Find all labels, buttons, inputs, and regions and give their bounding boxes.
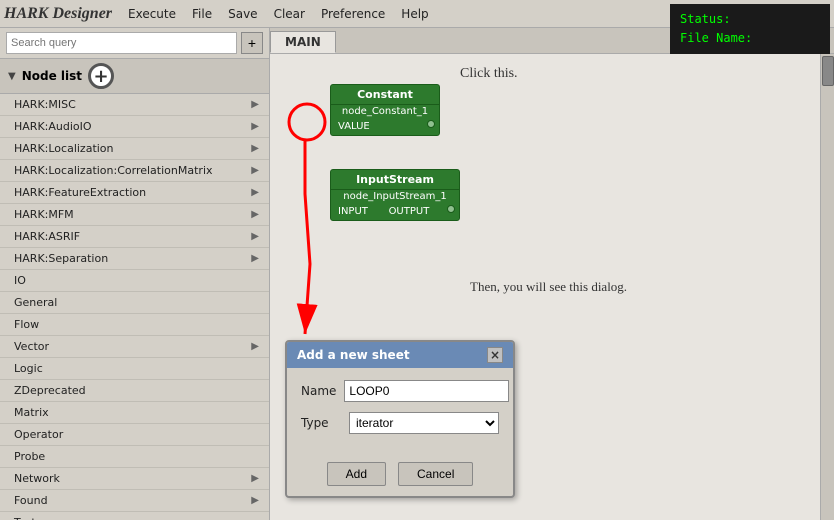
node-constant[interactable]: Constant node_Constant_1 VALUE (330, 84, 440, 136)
node-item-19[interactable]: Test (0, 512, 269, 520)
dialog-overlay: Add a new sheet × Name Type iterator sim… (285, 340, 515, 498)
node-item-0[interactable]: HARK:MISC▶ (0, 94, 269, 116)
menu-clear[interactable]: Clear (266, 4, 313, 24)
status-label: Status: (680, 10, 820, 29)
node-item-17[interactable]: Network▶ (0, 468, 269, 490)
dialog-name-input[interactable] (344, 380, 509, 402)
node-inputstream-id: node_InputStream_1 (331, 190, 459, 203)
annotation-click-this: Click this. (460, 66, 518, 82)
node-item-13[interactable]: ZDeprecated (0, 380, 269, 402)
node-item-16[interactable]: Probe (0, 446, 269, 468)
dialog-type-row: Type iterator simple (301, 412, 499, 434)
node-item-5[interactable]: HARK:MFM▶ (0, 204, 269, 226)
inputstream-output-port: OUTPUT (386, 205, 433, 218)
canvas-scrollbar[interactable] (820, 54, 834, 520)
node-constant-id: node_Constant_1 (331, 105, 439, 118)
add-new-sheet-dialog: Add a new sheet × Name Type iterator sim… (285, 340, 515, 498)
menu-execute[interactable]: Execute (120, 4, 184, 24)
node-constant-ports: VALUE (331, 118, 439, 135)
node-inputstream[interactable]: InputStream node_InputStream_1 INPUT OUT… (330, 169, 460, 221)
dialog-body: Name Type iterator simple (287, 368, 513, 456)
menu-save[interactable]: Save (220, 4, 265, 24)
sidebar: + ▼ Node list + HARK:MISC▶HARK:AudioIO▶H… (0, 28, 270, 520)
constant-value-port: VALUE (335, 120, 373, 133)
node-item-14[interactable]: Matrix (0, 402, 269, 424)
node-item-9[interactable]: General (0, 292, 269, 314)
node-item-1[interactable]: HARK:AudioIO▶ (0, 116, 269, 138)
node-item-8[interactable]: IO (0, 270, 269, 292)
dialog-title: Add a new sheet (297, 348, 410, 362)
dialog-title-bar: Add a new sheet × (287, 342, 513, 368)
dialog-name-row: Name (301, 380, 499, 402)
search-add-button[interactable]: + (241, 32, 263, 54)
node-item-18[interactable]: Found▶ (0, 490, 269, 512)
node-constant-title: Constant (331, 85, 439, 105)
tab-main[interactable]: MAIN (270, 31, 336, 53)
search-input[interactable] (6, 32, 237, 54)
node-list-header: ▼ Node list + (0, 59, 269, 94)
node-item-10[interactable]: Flow (0, 314, 269, 336)
menu-help[interactable]: Help (393, 4, 436, 24)
node-item-12[interactable]: Logic (0, 358, 269, 380)
dialog-type-select[interactable]: iterator simple (349, 412, 499, 434)
menu-file[interactable]: File (184, 4, 220, 24)
menu-preference[interactable]: Preference (313, 4, 393, 24)
dialog-close-button[interactable]: × (487, 347, 503, 363)
node-item-4[interactable]: HARK:FeatureExtraction▶ (0, 182, 269, 204)
node-item-15[interactable]: Operator (0, 424, 269, 446)
add-node-button[interactable]: + (88, 63, 114, 89)
dialog-name-label: Name (301, 384, 336, 398)
app-title: HARK Designer (4, 5, 112, 23)
node-item-11[interactable]: Vector▶ (0, 336, 269, 358)
inputstream-input-port: INPUT (335, 205, 371, 218)
filename-label: File Name: (680, 29, 820, 48)
node-item-6[interactable]: HARK:ASRIF▶ (0, 226, 269, 248)
node-item-2[interactable]: HARK:Localization▶ (0, 138, 269, 160)
inputstream-port-dot[interactable] (447, 205, 455, 213)
dialog-type-label: Type (301, 416, 341, 430)
node-inputstream-ports: INPUT OUTPUT (331, 203, 459, 220)
annotation-then-dialog: Then, you will see this dialog. (470, 279, 627, 295)
node-list-arrow: ▼ (8, 71, 16, 82)
node-items-list: HARK:MISC▶HARK:AudioIO▶HARK:Localization… (0, 94, 269, 520)
status-panel: Status: File Name: (670, 4, 830, 54)
node-inputstream-title: InputStream (331, 170, 459, 190)
node-item-3[interactable]: HARK:Localization:CorrelationMatrix▶ (0, 160, 269, 182)
sidebar-search-bar: + (0, 28, 269, 59)
node-item-7[interactable]: HARK:Separation▶ (0, 248, 269, 270)
dialog-add-button[interactable]: Add (327, 462, 386, 486)
node-list-title: Node list (22, 69, 82, 83)
constant-port-dot[interactable] (427, 120, 435, 128)
dialog-cancel-button[interactable]: Cancel (398, 462, 473, 486)
dialog-buttons: Add Cancel (287, 456, 513, 496)
